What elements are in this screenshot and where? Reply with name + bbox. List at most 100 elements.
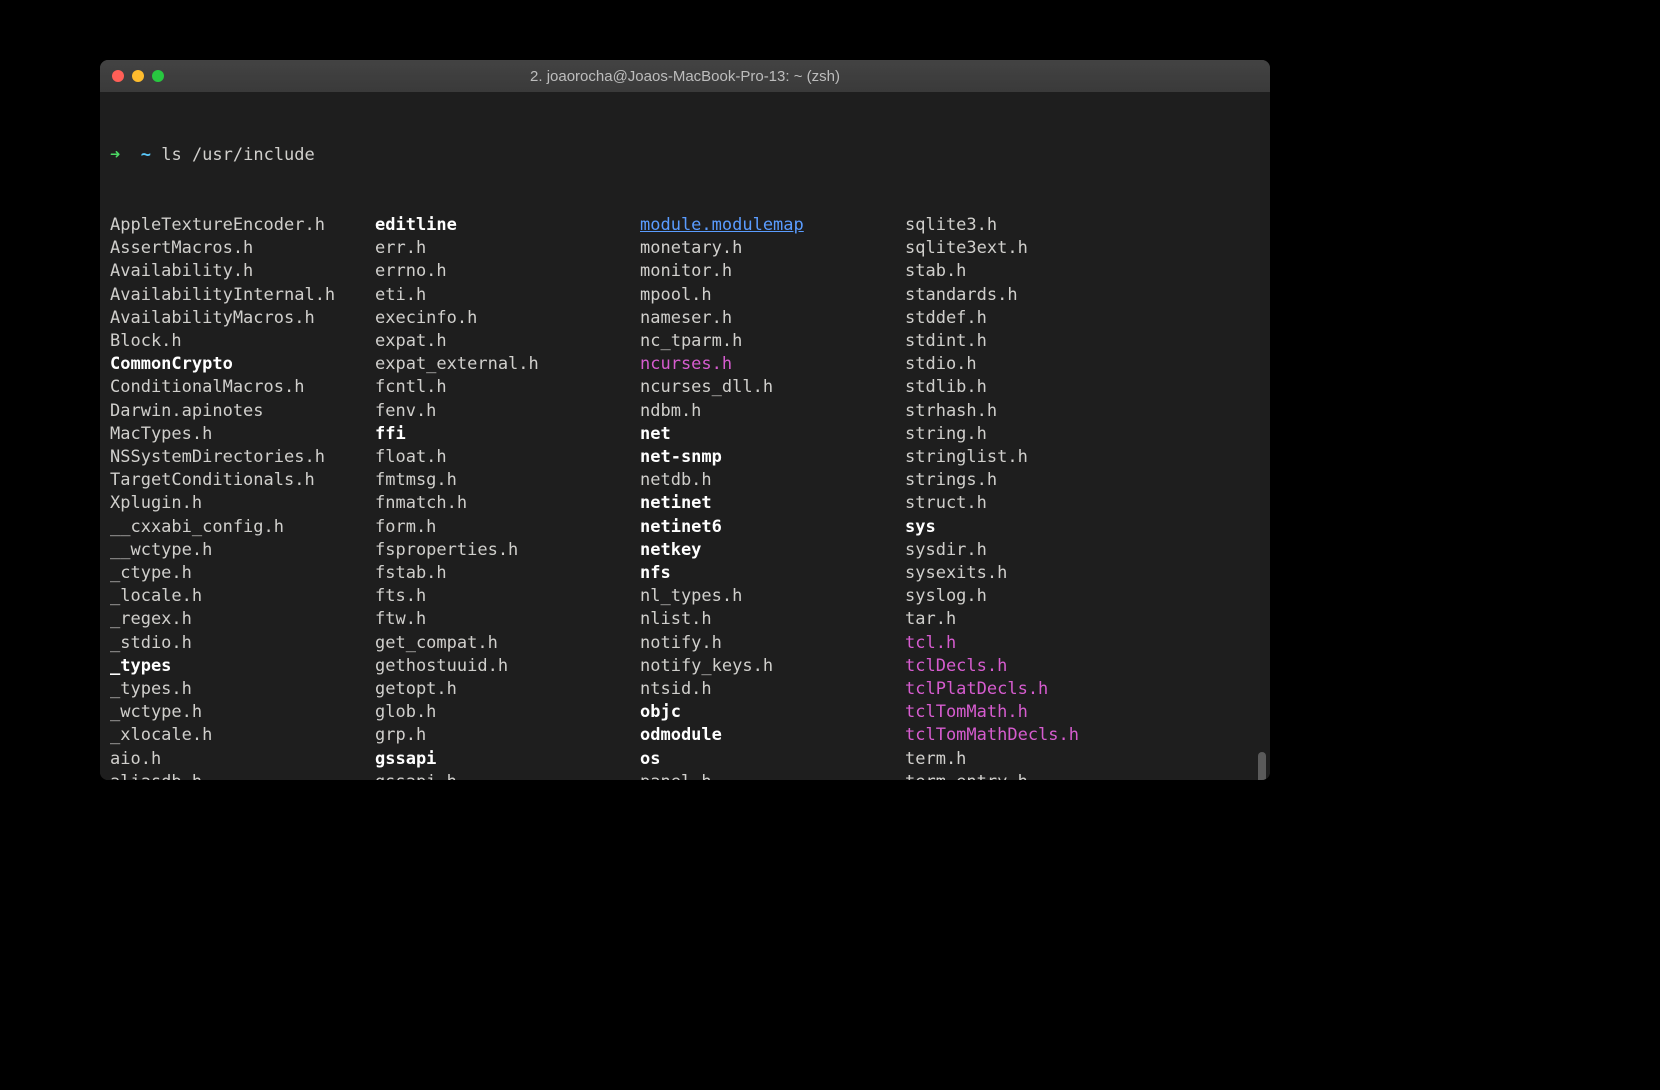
ls-entry: grp.h bbox=[375, 724, 640, 747]
ls-entry: float.h bbox=[375, 446, 640, 469]
ls-entry: nc_tparm.h bbox=[640, 330, 905, 353]
ls-entry: ncurses_dll.h bbox=[640, 376, 905, 399]
ls-entry: fsproperties.h bbox=[375, 539, 640, 562]
ls-entry: sysexits.h bbox=[905, 562, 1170, 585]
ls-entry: struct.h bbox=[905, 492, 1170, 515]
ls-entry: tclPlatDecls.h bbox=[905, 678, 1170, 701]
ls-entry: net bbox=[640, 423, 905, 446]
terminal-body[interactable]: ➜ ~ ls /usr/include AppleTextureEncoder.… bbox=[100, 92, 1270, 780]
ls-entry: fts.h bbox=[375, 585, 640, 608]
ls-entry: stdint.h bbox=[905, 330, 1170, 353]
ls-entry: fnmatch.h bbox=[375, 492, 640, 515]
ls-entry: gssapi bbox=[375, 748, 640, 771]
ls-entry: syslog.h bbox=[905, 585, 1170, 608]
ls-entry: execinfo.h bbox=[375, 307, 640, 330]
ls-entry: strings.h bbox=[905, 469, 1170, 492]
ls-entry: net-snmp bbox=[640, 446, 905, 469]
ls-entry: term_entry.h bbox=[905, 771, 1170, 780]
ls-column: editlineerr.herrno.heti.hexecinfo.hexpat… bbox=[375, 214, 640, 780]
ls-entry: NSSystemDirectories.h bbox=[110, 446, 375, 469]
ls-entry: fstab.h bbox=[375, 562, 640, 585]
ls-entry: expat.h bbox=[375, 330, 640, 353]
prompt-cwd: ~ bbox=[141, 145, 151, 165]
ls-entry: _ctype.h bbox=[110, 562, 375, 585]
ls-entry: Block.h bbox=[110, 330, 375, 353]
ls-entry: monetary.h bbox=[640, 237, 905, 260]
ls-entry: sqlite3.h bbox=[905, 214, 1170, 237]
ls-entry: ffi bbox=[375, 423, 640, 446]
ls-entry: module.modulemap bbox=[640, 214, 905, 237]
ls-entry: netkey bbox=[640, 539, 905, 562]
ls-entry: AppleTextureEncoder.h bbox=[110, 214, 375, 237]
ls-entry: mpool.h bbox=[640, 284, 905, 307]
ls-entry: notify_keys.h bbox=[640, 655, 905, 678]
minimize-icon[interactable] bbox=[132, 70, 144, 82]
ls-entry: strhash.h bbox=[905, 400, 1170, 423]
window-title: 2. joaorocha@Joaos-MacBook-Pro-13: ~ (zs… bbox=[100, 68, 1270, 85]
ls-entry: stddef.h bbox=[905, 307, 1170, 330]
ls-entry: get_compat.h bbox=[375, 632, 640, 655]
ls-entry: ncurses.h bbox=[640, 353, 905, 376]
ls-entry: tclDecls.h bbox=[905, 655, 1170, 678]
ls-entry: _xlocale.h bbox=[110, 724, 375, 747]
ls-entry: panel.h bbox=[640, 771, 905, 780]
terminal-window: 2. joaorocha@Joaos-MacBook-Pro-13: ~ (zs… bbox=[100, 60, 1270, 780]
close-icon[interactable] bbox=[112, 70, 124, 82]
ls-entry: fenv.h bbox=[375, 400, 640, 423]
ls-entry: term.h bbox=[905, 748, 1170, 771]
ls-entry: fmtmsg.h bbox=[375, 469, 640, 492]
ls-entry: CommonCrypto bbox=[110, 353, 375, 376]
prompt-arrow-icon: ➜ bbox=[110, 145, 120, 165]
ls-entry: nameser.h bbox=[640, 307, 905, 330]
ls-entry: os bbox=[640, 748, 905, 771]
ls-entry: notify.h bbox=[640, 632, 905, 655]
ls-entry: form.h bbox=[375, 516, 640, 539]
ls-entry: sqlite3ext.h bbox=[905, 237, 1170, 260]
ls-column: AppleTextureEncoder.hAssertMacros.h Avail… bbox=[110, 214, 375, 780]
ls-entry: gssapi.h bbox=[375, 771, 640, 780]
ls-entry: tclTomMathDecls.h bbox=[905, 724, 1170, 747]
ls-entry: stringlist.h bbox=[905, 446, 1170, 469]
ls-entry: stdio.h bbox=[905, 353, 1170, 376]
ls-entry: AvailabilityInternal.h bbox=[110, 284, 375, 307]
ls-entry: _wctype.h bbox=[110, 701, 375, 724]
ls-entry: netinet bbox=[640, 492, 905, 515]
ls-entry: standards.h bbox=[905, 284, 1170, 307]
ls-entry: gethostuuid.h bbox=[375, 655, 640, 678]
ls-entry: ndbm.h bbox=[640, 400, 905, 423]
ls-entry: tar.h bbox=[905, 608, 1170, 631]
prompt-line: ➜ ~ ls /usr/include bbox=[110, 144, 1260, 167]
ls-entry: ConditionalMacros.h bbox=[110, 376, 375, 399]
ls-entry: _types.h bbox=[110, 678, 375, 701]
ls-entry: getopt.h bbox=[375, 678, 640, 701]
ls-entry: _locale.h bbox=[110, 585, 375, 608]
ls-entry: fcntl.h bbox=[375, 376, 640, 399]
ls-entry: nlist.h bbox=[640, 608, 905, 631]
ls-entry: _stdio.h bbox=[110, 632, 375, 655]
ls-entry: _types bbox=[110, 655, 375, 678]
ls-entry: errno.h bbox=[375, 260, 640, 283]
prompt-command: ls /usr/include bbox=[161, 145, 315, 165]
ls-entry: stdlib.h bbox=[905, 376, 1170, 399]
ls-entry: ntsid.h bbox=[640, 678, 905, 701]
ls-entry: expat_external.h bbox=[375, 353, 640, 376]
ls-entry: odmodule bbox=[640, 724, 905, 747]
scrollbar-thumb[interactable] bbox=[1258, 752, 1266, 780]
ls-entry: sysdir.h bbox=[905, 539, 1170, 562]
ls-entry: glob.h bbox=[375, 701, 640, 724]
ls-entry: aliasdb.h bbox=[110, 771, 375, 780]
ls-entry: string.h bbox=[905, 423, 1170, 446]
ls-entry: AvailabilityMacros.h bbox=[110, 307, 375, 330]
ls-entry: sys bbox=[905, 516, 1170, 539]
window-titlebar[interactable]: 2. joaorocha@Joaos-MacBook-Pro-13: ~ (zs… bbox=[100, 60, 1270, 92]
maximize-icon[interactable] bbox=[152, 70, 164, 82]
ls-entry: editline bbox=[375, 214, 640, 237]
ls-entry: netdb.h bbox=[640, 469, 905, 492]
ls-entry: TargetConditionals.h bbox=[110, 469, 375, 492]
ls-entry: ftw.h bbox=[375, 608, 640, 631]
ls-entry: AssertMacros.h bbox=[110, 237, 375, 260]
ls-column: sqlite3.hsqlite3ext.hstab.hstandards.hst… bbox=[905, 214, 1170, 780]
ls-entry: stab.h bbox=[905, 260, 1170, 283]
ls-entry: aio.h bbox=[110, 748, 375, 771]
ls-entry: tclTomMath.h bbox=[905, 701, 1170, 724]
